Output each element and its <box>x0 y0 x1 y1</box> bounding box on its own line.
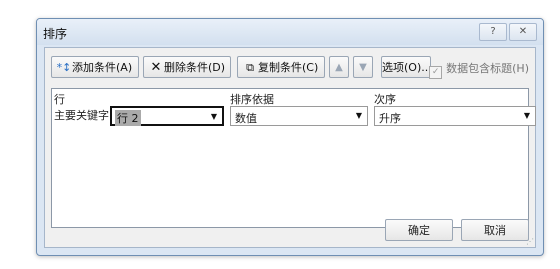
add-level-label: 添加条件(A) <box>72 61 133 74</box>
title-bar: 排序 ? ✕ <box>37 19 543 45</box>
move-up-button[interactable]: ▲ <box>329 56 349 78</box>
order-select-value: 升序 <box>379 112 401 125</box>
has-headers-option[interactable]: ✓ 数据包含标题(H) <box>429 60 529 79</box>
delete-icon: ✕ <box>150 60 162 75</box>
copy-icon: ⧉ <box>246 61 254 74</box>
help-button[interactable]: ? <box>479 23 507 41</box>
dialog-body: *↕添加条件(A) ✕ 删除条件(D) ⧉ 复制条件(C) ▲ ▼ 选项(O)...… <box>44 47 536 248</box>
primary-key-label: 主要关键字 <box>54 109 109 122</box>
sort-levels-grid: 行 排序依据 次序 主要关键字 行 2 ▼ 数值 ▼ 升序 ▼ <box>51 88 536 228</box>
chevron-down-icon[interactable]: ▼ <box>519 107 535 125</box>
column-select-value: 行 2 <box>115 110 141 126</box>
has-headers-label: 数据包含标题(H) <box>446 62 529 75</box>
close-button[interactable]: ✕ <box>509 23 537 41</box>
chevron-down-icon[interactable]: ▼ <box>206 108 222 126</box>
move-down-button[interactable]: ▼ <box>353 56 373 78</box>
options-button[interactable]: 选项(O)... <box>381 56 432 78</box>
order-select[interactable]: 升序 ▼ <box>374 106 536 126</box>
has-headers-checkbox[interactable]: ✓ <box>429 66 443 79</box>
column-select[interactable]: 行 2 ▼ <box>110 106 224 126</box>
chevron-down-icon[interactable]: ▼ <box>351 107 367 125</box>
dialog-title: 排序 <box>43 27 68 41</box>
delete-level-label: 删除条件(D) <box>164 61 226 74</box>
add-level-icon: *↕ <box>56 61 72 74</box>
copy-level-label: 复制条件(C) <box>258 61 319 74</box>
add-level-button[interactable]: *↕添加条件(A) <box>51 56 139 78</box>
sort-on-select[interactable]: 数值 ▼ <box>230 106 368 126</box>
delete-level-button[interactable]: ✕ 删除条件(D) <box>143 56 231 78</box>
toolbar: *↕添加条件(A) ✕ 删除条件(D) ⧉ 复制条件(C) ▲ ▼ 选项(O)...… <box>51 56 529 80</box>
sort-on-select-value: 数值 <box>235 112 257 125</box>
ok-button[interactable]: 确定 <box>385 219 453 241</box>
copy-level-button[interactable]: ⧉ 复制条件(C) <box>237 56 325 78</box>
sort-level-row[interactable]: 主要关键字 行 2 ▼ 数值 ▼ 升序 ▼ <box>52 105 536 127</box>
grid-header: 行 排序依据 次序 <box>52 89 528 106</box>
title-bar-buttons: ? ✕ <box>477 23 537 41</box>
sort-dialog: 排序 ? ✕ *↕添加条件(A) ✕ 删除条件(D) ⧉ 复制条件(C) ▲ ▼ 选… <box>36 18 544 256</box>
resize-grip-icon[interactable]: ⋰ <box>526 237 534 246</box>
cancel-button[interactable]: 取消 <box>461 219 529 241</box>
